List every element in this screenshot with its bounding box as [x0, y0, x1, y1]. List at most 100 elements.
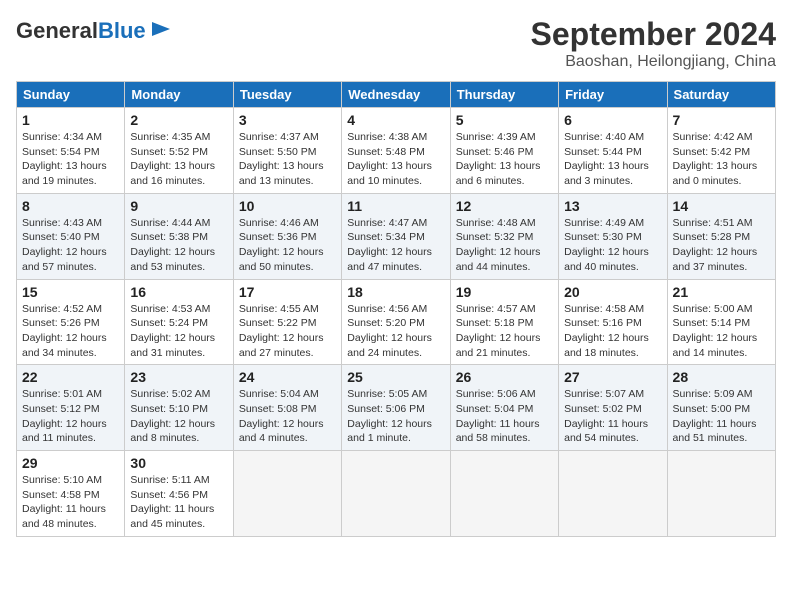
calendar-cell: 30Sunrise: 5:11 AM Sunset: 4:56 PM Dayli…	[125, 451, 233, 537]
day-info: Sunrise: 4:58 AM Sunset: 5:16 PM Dayligh…	[564, 302, 661, 361]
day-info: Sunrise: 4:46 AM Sunset: 5:36 PM Dayligh…	[239, 216, 336, 275]
calendar-week-1: 1 Sunrise: 4:34 AM Sunset: 5:54 PM Daylig…	[17, 108, 776, 194]
calendar-cell: 3 Sunrise: 4:37 AM Sunset: 5:50 PM Daylig…	[233, 108, 341, 194]
day-info: Sunrise: 5:07 AM Sunset: 5:02 PM Dayligh…	[564, 387, 661, 446]
day-number: 20	[564, 284, 661, 300]
calendar-week-5: 29Sunrise: 5:10 AM Sunset: 4:58 PM Dayli…	[17, 451, 776, 537]
day-number: 10	[239, 198, 336, 214]
day-info: Sunrise: 5:04 AM Sunset: 5:08 PM Dayligh…	[239, 387, 336, 446]
day-info: Sunrise: 4:57 AM Sunset: 5:18 PM Dayligh…	[456, 302, 553, 361]
calendar-cell: 11 Sunrise: 4:47 AM Sunset: 5:34 PM Dayli…	[342, 193, 450, 279]
day-info: Sunrise: 4:49 AM Sunset: 5:30 PM Dayligh…	[564, 216, 661, 275]
title-block: September 2024 Baoshan, Heilongjiang, Ch…	[531, 16, 776, 71]
month-title: September 2024	[531, 16, 776, 53]
calendar-cell: 5 Sunrise: 4:39 AM Sunset: 5:46 PM Daylig…	[450, 108, 558, 194]
day-number: 24	[239, 369, 336, 385]
calendar-cell	[667, 451, 775, 537]
calendar-cell: 20 Sunrise: 4:58 AM Sunset: 5:16 PM Dayli…	[559, 279, 667, 365]
calendar-cell: 23 Sunrise: 5:02 AM Sunset: 5:10 PM Dayli…	[125, 365, 233, 451]
calendar-cell: 12 Sunrise: 4:48 AM Sunset: 5:32 PM Dayli…	[450, 193, 558, 279]
day-number: 13	[564, 198, 661, 214]
weekday-header-tuesday: Tuesday	[233, 82, 341, 108]
day-info: Sunrise: 5:06 AM Sunset: 5:04 PM Dayligh…	[456, 387, 553, 446]
logo-arrow-icon	[150, 18, 172, 40]
day-number: 22	[22, 369, 119, 385]
calendar-cell: 25 Sunrise: 5:05 AM Sunset: 5:06 PM Dayli…	[342, 365, 450, 451]
day-number: 1	[22, 112, 119, 128]
day-number: 9	[130, 198, 227, 214]
day-info: Sunrise: 5:01 AM Sunset: 5:12 PM Dayligh…	[22, 387, 119, 446]
day-number: 6	[564, 112, 661, 128]
day-number: 2	[130, 112, 227, 128]
calendar-cell: 19 Sunrise: 4:57 AM Sunset: 5:18 PM Dayli…	[450, 279, 558, 365]
day-number: 29	[22, 455, 119, 471]
day-info: Sunrise: 4:47 AM Sunset: 5:34 PM Dayligh…	[347, 216, 444, 275]
day-info: Sunrise: 4:48 AM Sunset: 5:32 PM Dayligh…	[456, 216, 553, 275]
calendar-cell: 24 Sunrise: 5:04 AM Sunset: 5:08 PM Dayli…	[233, 365, 341, 451]
day-info: Sunrise: 4:55 AM Sunset: 5:22 PM Dayligh…	[239, 302, 336, 361]
day-number: 5	[456, 112, 553, 128]
calendar-week-4: 22 Sunrise: 5:01 AM Sunset: 5:12 PM Dayli…	[17, 365, 776, 451]
day-info: Sunrise: 4:44 AM Sunset: 5:38 PM Dayligh…	[130, 216, 227, 275]
calendar-cell: 16 Sunrise: 4:53 AM Sunset: 5:24 PM Dayli…	[125, 279, 233, 365]
calendar-cell: 15Sunrise: 4:52 AM Sunset: 5:26 PM Dayli…	[17, 279, 125, 365]
calendar-week-3: 15Sunrise: 4:52 AM Sunset: 5:26 PM Dayli…	[17, 279, 776, 365]
day-number: 16	[130, 284, 227, 300]
day-info: Sunrise: 4:40 AM Sunset: 5:44 PM Dayligh…	[564, 130, 661, 189]
weekday-header-friday: Friday	[559, 82, 667, 108]
day-number: 23	[130, 369, 227, 385]
day-info: Sunrise: 4:35 AM Sunset: 5:52 PM Dayligh…	[130, 130, 227, 189]
calendar-cell	[342, 451, 450, 537]
location-title: Baoshan, Heilongjiang, China	[531, 53, 776, 71]
day-info: Sunrise: 5:11 AM Sunset: 4:56 PM Dayligh…	[130, 473, 227, 532]
calendar-cell: 9 Sunrise: 4:44 AM Sunset: 5:38 PM Daylig…	[125, 193, 233, 279]
day-info: Sunrise: 5:02 AM Sunset: 5:10 PM Dayligh…	[130, 387, 227, 446]
calendar-cell: 18 Sunrise: 4:56 AM Sunset: 5:20 PM Dayli…	[342, 279, 450, 365]
weekday-header-saturday: Saturday	[667, 82, 775, 108]
day-number: 27	[564, 369, 661, 385]
day-number: 15	[22, 284, 119, 300]
calendar-cell: 29Sunrise: 5:10 AM Sunset: 4:58 PM Dayli…	[17, 451, 125, 537]
weekday-header-thursday: Thursday	[450, 82, 558, 108]
calendar-cell	[559, 451, 667, 537]
calendar-cell: 7Sunrise: 4:42 AM Sunset: 5:42 PM Daylig…	[667, 108, 775, 194]
logo-general: General	[16, 18, 98, 43]
calendar-cell: 13 Sunrise: 4:49 AM Sunset: 5:30 PM Dayli…	[559, 193, 667, 279]
day-info: Sunrise: 4:42 AM Sunset: 5:42 PM Dayligh…	[673, 130, 770, 189]
day-number: 3	[239, 112, 336, 128]
day-info: Sunrise: 4:51 AM Sunset: 5:28 PM Dayligh…	[673, 216, 770, 275]
day-number: 28	[673, 369, 770, 385]
day-number: 11	[347, 198, 444, 214]
calendar-week-2: 8Sunrise: 4:43 AM Sunset: 5:40 PM Daylig…	[17, 193, 776, 279]
day-info: Sunrise: 5:09 AM Sunset: 5:00 PM Dayligh…	[673, 387, 770, 446]
calendar-cell: 6 Sunrise: 4:40 AM Sunset: 5:44 PM Daylig…	[559, 108, 667, 194]
day-number: 21	[673, 284, 770, 300]
calendar-cell	[233, 451, 341, 537]
calendar-cell: 26Sunrise: 5:06 AM Sunset: 5:04 PM Dayli…	[450, 365, 558, 451]
day-info: Sunrise: 4:38 AM Sunset: 5:48 PM Dayligh…	[347, 130, 444, 189]
weekday-header-monday: Monday	[125, 82, 233, 108]
logo: GeneralBlue	[16, 16, 172, 45]
calendar-cell: 4Sunrise: 4:38 AM Sunset: 5:48 PM Daylig…	[342, 108, 450, 194]
day-info: Sunrise: 5:05 AM Sunset: 5:06 PM Dayligh…	[347, 387, 444, 446]
weekday-header-sunday: Sunday	[17, 82, 125, 108]
day-info: Sunrise: 5:00 AM Sunset: 5:14 PM Dayligh…	[673, 302, 770, 361]
day-info: Sunrise: 4:37 AM Sunset: 5:50 PM Dayligh…	[239, 130, 336, 189]
logo-blue: Blue	[98, 18, 146, 43]
day-number: 18	[347, 284, 444, 300]
page-header: GeneralBlue September 2024 Baoshan, Heil…	[16, 16, 776, 71]
day-info: Sunrise: 4:53 AM Sunset: 5:24 PM Dayligh…	[130, 302, 227, 361]
calendar-cell: 17 Sunrise: 4:55 AM Sunset: 5:22 PM Dayli…	[233, 279, 341, 365]
day-info: Sunrise: 4:34 AM Sunset: 5:54 PM Dayligh…	[22, 130, 119, 189]
day-info: Sunrise: 4:39 AM Sunset: 5:46 PM Dayligh…	[456, 130, 553, 189]
calendar-cell: 10 Sunrise: 4:46 AM Sunset: 5:36 PM Dayli…	[233, 193, 341, 279]
day-number: 25	[347, 369, 444, 385]
day-number: 8	[22, 198, 119, 214]
day-number: 12	[456, 198, 553, 214]
calendar-cell: 28 Sunrise: 5:09 AM Sunset: 5:00 PM Dayli…	[667, 365, 775, 451]
day-number: 17	[239, 284, 336, 300]
calendar-cell: 8Sunrise: 4:43 AM Sunset: 5:40 PM Daylig…	[17, 193, 125, 279]
calendar-table: SundayMondayTuesdayWednesdayThursdayFrid…	[16, 81, 776, 537]
day-number: 19	[456, 284, 553, 300]
day-info: Sunrise: 4:56 AM Sunset: 5:20 PM Dayligh…	[347, 302, 444, 361]
